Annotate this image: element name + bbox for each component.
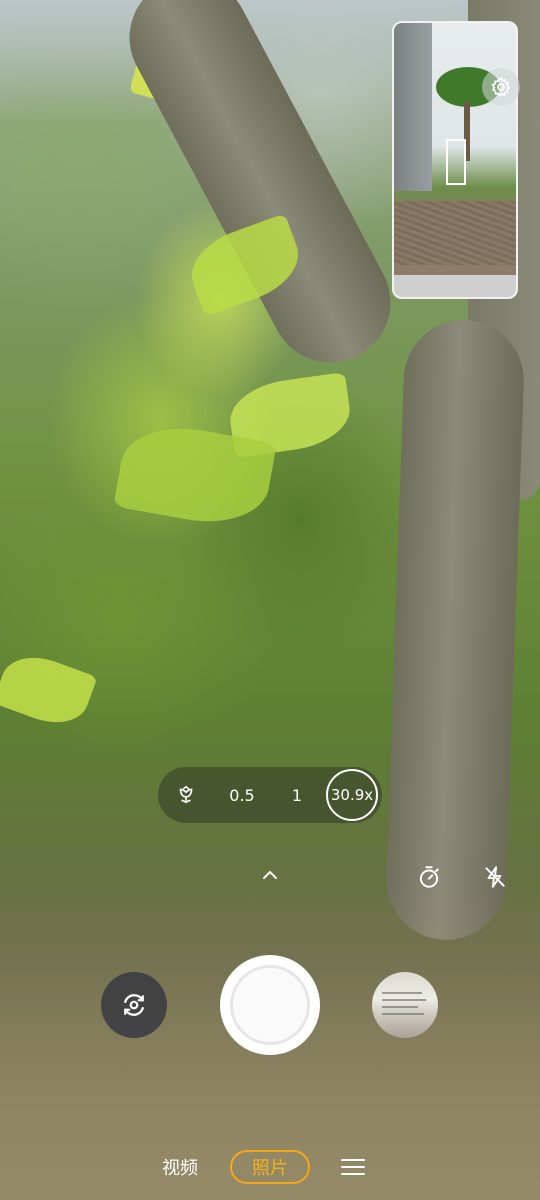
preview-ground [394, 201, 516, 265]
switch-camera-icon[interactable] [101, 972, 167, 1038]
macro-flower-icon[interactable] [172, 767, 200, 823]
preview-post [394, 23, 432, 191]
zoom-selector: 0.5 1 30.9x [158, 767, 382, 823]
zoom-current[interactable]: 30.9x [326, 769, 378, 821]
chevron-up-icon[interactable] [254, 860, 286, 890]
zoom-region-frame [446, 139, 466, 185]
viewfinder-trunk [384, 318, 526, 942]
mode-video[interactable]: 视频 [150, 1145, 210, 1189]
camera-mode-bar: 视频 照片 [0, 1145, 540, 1189]
gallery-thumbnail[interactable] [372, 972, 438, 1038]
zoom-option-0-5[interactable]: 0.5 [224, 767, 260, 823]
menu-icon[interactable] [336, 1145, 370, 1189]
mode-photo[interactable]: 照片 [230, 1150, 310, 1184]
shutter-inner [230, 965, 310, 1045]
zoom-preview-window[interactable] [392, 21, 518, 299]
timer-icon[interactable] [412, 860, 446, 894]
zoom-option-1[interactable]: 1 [282, 767, 312, 823]
shutter-button[interactable] [220, 955, 320, 1055]
gear-icon[interactable] [482, 68, 520, 106]
viewfinder-leaf [0, 646, 98, 734]
flash-off-icon[interactable] [478, 860, 512, 894]
